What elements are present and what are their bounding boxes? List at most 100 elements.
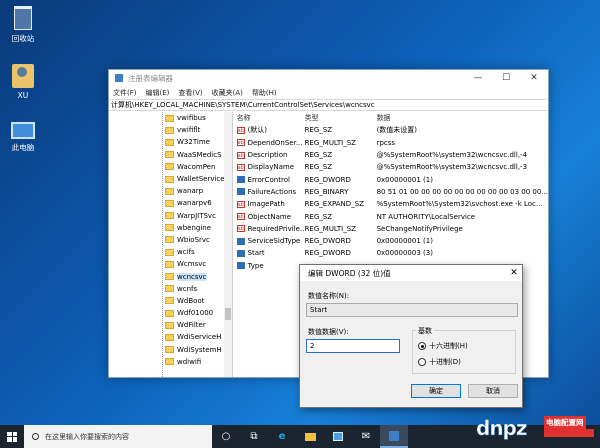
file-explorer-icon[interactable] xyxy=(296,425,324,448)
value-row[interactable]: ab DependOnSer... REG_MULTI_SZ rpcss xyxy=(233,137,548,149)
key-tree: vwifibus vwififlt W32Time WaaSMedicS Wac… xyxy=(109,112,233,377)
watermark-url-strip xyxy=(544,429,594,437)
value-type-cell: REG_MULTI_SZ xyxy=(304,138,356,147)
tree-item[interactable]: WalletService xyxy=(109,173,232,185)
scrollbar-thumb[interactable] xyxy=(224,308,231,320)
value-type-cell: REG_BINARY xyxy=(304,187,349,196)
tree-item[interactable]: WdiSystemH xyxy=(109,344,232,356)
cortana-icon[interactable]: ○ xyxy=(212,425,240,448)
user-folder-icon xyxy=(12,64,34,88)
menu-edit[interactable]: 编辑(E) xyxy=(146,88,170,98)
menu-favorites[interactable]: 收藏夹(A) xyxy=(212,88,243,98)
tree-item[interactable]: wdiwifi xyxy=(109,356,232,368)
taskbar-search[interactable]: 在这里输入你要搜索的内容 xyxy=(24,425,212,448)
column-header-type[interactable]: 类型 xyxy=(305,113,377,123)
folder-icon xyxy=(165,138,174,146)
dialog-titlebar[interactable]: 编辑 DWORD (32 位)值 ✕ xyxy=(300,265,522,281)
radio-decimal[interactable]: 十进制(D) xyxy=(418,357,461,367)
value-row[interactable]: Start REG_DWORD 0x00000003 (3) xyxy=(233,247,548,259)
cancel-button[interactable]: 取消 xyxy=(468,384,518,398)
column-header-name[interactable]: 名称 xyxy=(233,113,305,123)
mail-icon[interactable]: ✉ xyxy=(352,425,380,448)
tree-item[interactable]: wcifs xyxy=(109,246,232,258)
tree-item[interactable]: vwifibus xyxy=(109,112,232,124)
tree-item[interactable]: W32Time xyxy=(109,136,232,148)
tree-item[interactable]: vwififlt xyxy=(109,124,232,136)
tree-item[interactable]: wanarpv6 xyxy=(109,197,232,209)
folder-icon xyxy=(165,285,174,293)
menu-help[interactable]: 帮助(H) xyxy=(252,88,277,98)
store-icon[interactable] xyxy=(324,425,352,448)
ok-button[interactable]: 确定 xyxy=(411,384,461,398)
tree-item[interactable]: WdiServiceH xyxy=(109,331,232,343)
value-name-cell: ErrorControl xyxy=(233,176,305,184)
value-type-cell: REG_EXPAND_SZ xyxy=(304,200,364,209)
tree-item[interactable]: wcnfs xyxy=(109,283,232,295)
value-row[interactable]: ServiceSidType REG_DWORD 0x00000001 (1) xyxy=(233,235,548,247)
base-groupbox xyxy=(412,330,516,374)
value-name-cell: ServiceSidType xyxy=(233,237,305,245)
base-label: 基数 xyxy=(416,326,434,336)
value-name-cell: ab DependOnSer... xyxy=(236,138,303,147)
task-view-icon[interactable]: ⧉ xyxy=(240,425,268,448)
value-row[interactable]: ab Description REG_SZ @%SystemRoot%\system3… xyxy=(233,149,548,161)
desktop-icon-label: 此电脑 xyxy=(11,143,35,152)
menu-file[interactable]: 文件(F) xyxy=(113,88,137,98)
tree-item[interactable]: WdBoot xyxy=(109,295,232,307)
edge-icon[interactable]: e xyxy=(268,425,296,448)
value-type-cell: REG_SZ xyxy=(304,212,333,221)
maximize-icon[interactable]: ☐ xyxy=(492,73,520,83)
binary-value-icon xyxy=(236,262,245,270)
value-row[interactable]: ab ObjectName REG_SZ NT AUTHORITY\LocalServ… xyxy=(233,210,548,222)
menu-view[interactable]: 查看(V) xyxy=(178,88,202,98)
close-icon[interactable]: ✕ xyxy=(520,73,548,83)
start-button[interactable] xyxy=(0,425,24,448)
value-row[interactable]: ab (默认) REG_SZ (数值未设置) xyxy=(233,124,548,136)
value-row[interactable]: ErrorControl REG_DWORD 0x00000001 (1) xyxy=(233,173,548,185)
address-bar[interactable]: 计算机\HKEY_LOCAL_MACHINE\SYSTEM\CurrentCon… xyxy=(109,99,548,111)
desktop-icon-this-pc[interactable]: 此电脑 xyxy=(0,122,46,153)
value-row[interactable]: ab RequiredPrivile... REG_MULTI_SZ SeChange… xyxy=(233,223,548,235)
value-data-cell: @%SystemRoot%\system32\wcncsvc.dll,-3 xyxy=(376,163,528,172)
value-data-input[interactable]: 2 xyxy=(306,339,400,353)
recycle-bin-icon xyxy=(14,6,32,30)
value-row[interactable]: ab DisplayName REG_SZ @%SystemRoot%\system3… xyxy=(233,161,548,173)
folder-icon xyxy=(165,199,174,207)
this-pc-icon xyxy=(11,122,35,139)
value-row[interactable]: FailureActions REG_BINARY 80 51 01 00 00 0… xyxy=(233,186,548,198)
value-row[interactable]: ab ImagePath REG_EXPAND_SZ %SystemRoot%\Sys… xyxy=(233,198,548,210)
window-titlebar[interactable]: 注册表编辑器 — ☐ ✕ xyxy=(109,70,548,86)
folder-icon xyxy=(165,321,174,329)
value-type-cell: REG_SZ xyxy=(304,151,333,160)
tree-item[interactable]: wanarp xyxy=(109,185,232,197)
regedit-taskbar-icon[interactable] xyxy=(380,425,408,448)
tree-item[interactable]: WaaSMedicS xyxy=(109,149,232,161)
close-icon[interactable]: ✕ xyxy=(506,268,522,278)
folder-icon xyxy=(165,346,174,354)
watermark-logo: dnpz xyxy=(476,416,528,441)
value-data-cell: 0x00000003 (3) xyxy=(376,249,433,258)
desktop-icon-user-folder[interactable]: XU xyxy=(0,64,46,100)
folder-icon xyxy=(165,260,174,268)
tree-item[interactable]: wbengine xyxy=(109,222,232,234)
tree-item[interactable]: Wcmsvc xyxy=(109,258,232,270)
value-type-cell: REG_DWORD xyxy=(304,249,351,258)
radio-unselected-icon xyxy=(418,358,426,366)
value-name-field[interactable]: Start xyxy=(306,303,518,317)
search-icon xyxy=(32,433,39,440)
tree-item[interactable]: WdFilter xyxy=(109,319,232,331)
radio-hex[interactable]: 十六进制(H) xyxy=(418,341,468,351)
tree-item-selected[interactable]: wcncsvc xyxy=(109,270,232,282)
tree-scrollbar[interactable] xyxy=(223,112,232,377)
column-header-data[interactable]: 数据 xyxy=(377,113,548,123)
tree-item[interactable]: WarpJITSvc xyxy=(109,210,232,222)
desktop-icon-recycle-bin[interactable]: 回收站 xyxy=(0,6,46,44)
tree-item[interactable]: WbioSrvc xyxy=(109,234,232,246)
minimize-icon[interactable]: — xyxy=(464,73,492,83)
menu-bar: 文件(F) 编辑(E) 查看(V) 收藏夹(A) 帮助(H) xyxy=(109,86,548,99)
folder-icon xyxy=(165,151,174,159)
tree-item[interactable]: Wdf01000 xyxy=(109,307,232,319)
string-value-icon: ab xyxy=(236,225,245,233)
string-value-icon: ab xyxy=(236,126,245,134)
tree-item[interactable]: WacomPen xyxy=(109,161,232,173)
